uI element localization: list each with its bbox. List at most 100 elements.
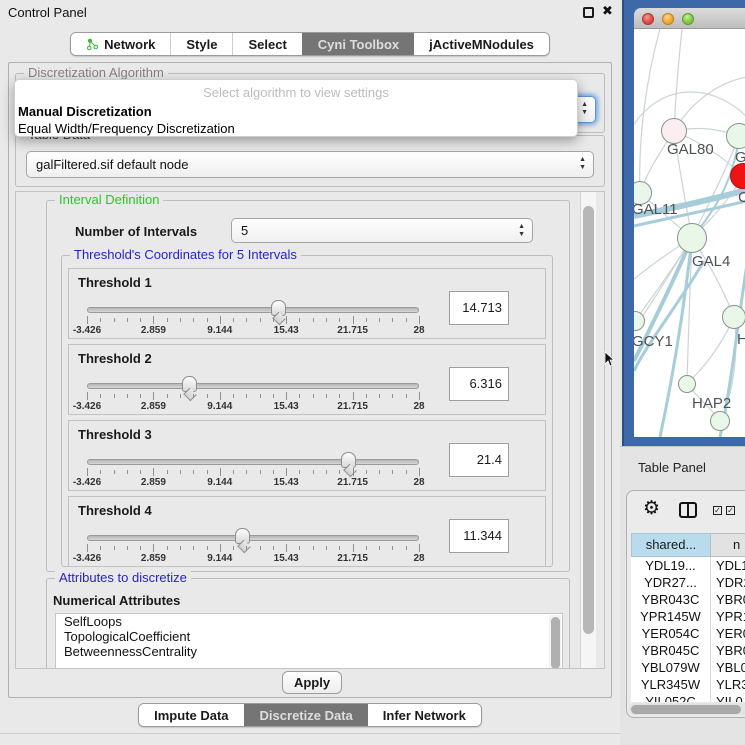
table-row[interactable]: YBL079WYBL0: [631, 659, 745, 676]
slider-thumb[interactable]: [182, 376, 197, 392]
slider-track[interactable]: [87, 307, 419, 313]
threshold-4-label: Threshold 4: [78, 503, 152, 518]
settings-gear-icon[interactable]: ⚙: [643, 497, 660, 520]
split-columns-icon[interactable]: [679, 502, 697, 518]
table-row[interactable]: YBR043CYBR0: [631, 591, 745, 608]
zoom-window-button[interactable]: [682, 13, 694, 25]
table-cell[interactable]: YBL0: [711, 659, 745, 676]
float-window-icon[interactable]: [583, 7, 594, 18]
table-cell[interactable]: YBR0: [711, 591, 745, 608]
settings-vertical-scrollbar[interactable]: [580, 192, 596, 668]
node-table: shared... n YDL19...YDL1YDR27...YDR2YBR0…: [631, 533, 745, 702]
popup-option-equal-width-frequency[interactable]: Equal Width/Frequency Discretization: [15, 120, 577, 137]
network-node[interactable]: [710, 411, 730, 431]
scrollbar-thumb[interactable]: [631, 705, 741, 714]
threshold-3-value-field[interactable]: 21.4: [449, 443, 509, 477]
popup-option-manual-discretization[interactable]: Manual Discretization: [15, 103, 577, 120]
table-cell[interactable]: YLR3: [711, 676, 745, 693]
tab-infer-network[interactable]: Infer Network: [368, 704, 481, 726]
slider-ticks: [87, 468, 419, 476]
table-cell[interactable]: YER0: [711, 625, 745, 642]
table-cell[interactable]: YPR1: [711, 608, 745, 625]
column-header-shared-name[interactable]: shared...: [631, 533, 711, 557]
table-row[interactable]: YDR27...YDR2: [631, 574, 745, 591]
table-row[interactable]: YPR145WYPR1: [631, 608, 745, 625]
table-cell[interactable]: YIL0: [711, 693, 745, 702]
tab-style[interactable]: Style: [170, 33, 232, 55]
minimize-window-button[interactable]: [662, 13, 674, 25]
panel-title: Control Panel: [8, 5, 87, 20]
thresholds-group: Threshold's Coordinates for 5 Intervals …: [61, 255, 553, 567]
table-panel: ⚙ ✓ ✓ shared... n YDL19...YDL1YDR27...YD…: [626, 490, 745, 718]
threshold-1-box: Threshold 1 -3.4262.8599.14415.4321.7152…: [68, 268, 546, 339]
threshold-3-label: Threshold 3: [78, 427, 152, 442]
attribute-list-item[interactable]: TopologicalCoefficient: [56, 629, 562, 644]
network-window-titlebar: [634, 8, 745, 29]
slider-tick-labels: -3.4262.8599.14415.4321.71528: [87, 553, 419, 565]
number-of-intervals-combobox[interactable]: 5 ▲▼: [231, 218, 533, 243]
threshold-2-slider[interactable]: -3.4262.8599.14415.4321.71528: [87, 375, 419, 411]
slider-thumb[interactable]: [235, 528, 250, 544]
threshold-1-value-field[interactable]: 14.713: [449, 291, 509, 325]
network-node-label: GAL80: [667, 141, 714, 158]
group-title-attributes: Attributes to discretize: [55, 571, 191, 585]
table-cell[interactable]: YDR27...: [631, 574, 711, 591]
combo-spinner-icon: ▲▼: [579, 156, 586, 172]
interval-definition-group: Interval Definition Number of Intervals …: [46, 200, 570, 572]
tab-impute-data[interactable]: Impute Data: [139, 704, 243, 726]
combo-spinner-icon: ▲▼: [518, 223, 525, 239]
scrollbar-thumb[interactable]: [583, 206, 594, 634]
algorithm-dropdown-popup: Select algorithm to view settings Manual…: [14, 79, 578, 137]
column-checkbox-icon[interactable]: ✓: [726, 506, 735, 515]
table-cell[interactable]: YBR043C: [631, 591, 711, 608]
numerical-attributes-list[interactable]: SelfLoopsTopologicalCoefficientBetweenne…: [55, 613, 563, 669]
slider-track[interactable]: [87, 459, 419, 465]
table-cell[interactable]: YDL19...: [631, 557, 711, 574]
threshold-4-slider[interactable]: -3.4262.8599.14415.4321.71528: [87, 527, 419, 563]
tab-discretize-data[interactable]: Discretize Data: [244, 704, 368, 726]
apply-button[interactable]: Apply: [282, 671, 342, 694]
tab-select[interactable]: Select: [232, 33, 301, 55]
table-cell[interactable]: YER054C: [631, 625, 711, 642]
network-node-hap2[interactable]: [678, 375, 696, 393]
table-row[interactable]: YER054CYER0: [631, 625, 745, 642]
threshold-2-value-field[interactable]: 6.316: [449, 367, 509, 401]
threshold-4-value-field[interactable]: 11.344: [449, 519, 509, 553]
threshold-3-slider[interactable]: -3.4262.8599.14415.4321.71528: [87, 451, 419, 487]
table-cell[interactable]: YPR145W: [631, 608, 711, 625]
table-cell[interactable]: YDL1: [711, 557, 745, 574]
network-node-h[interactable]: [722, 305, 745, 329]
tab-cyni-toolbox[interactable]: Cyni Toolbox: [302, 33, 414, 55]
slider-track[interactable]: [87, 383, 419, 389]
slider-thumb[interactable]: [271, 300, 286, 316]
network-canvas[interactable]: GAL80GACGAL11GAL4GCY1HHAP2: [634, 29, 745, 437]
table-cell[interactable]: YDR2: [711, 574, 745, 591]
network-node-gal4[interactable]: [677, 223, 707, 253]
table-row[interactable]: YBR045CYBR0: [631, 642, 745, 659]
table-cell[interactable]: YLR345W: [631, 676, 711, 693]
table-row[interactable]: YLR345WYLR3: [631, 676, 745, 693]
slider-thumb[interactable]: [341, 452, 356, 468]
table-cell[interactable]: YBL079W: [631, 659, 711, 676]
column-header-name[interactable]: n: [711, 533, 745, 557]
table-row[interactable]: YIL052CYIL0: [631, 693, 745, 702]
network-node-label: GAL4: [692, 253, 730, 270]
column-checkbox-icon[interactable]: ✓: [713, 506, 722, 515]
network-node-ga[interactable]: [726, 123, 745, 149]
close-icon[interactable]: ✖: [602, 3, 613, 19]
attribute-list-item[interactable]: BetweennessCentrality: [56, 644, 562, 659]
attribute-list-item[interactable]: SelfLoops: [56, 614, 562, 629]
close-window-button[interactable]: [642, 13, 654, 25]
tab-network[interactable]: Network: [71, 33, 170, 55]
table-cell[interactable]: YIL052C: [631, 693, 711, 702]
table-cell[interactable]: YBR045C: [631, 642, 711, 659]
attributes-list-scrollbar[interactable]: [549, 615, 561, 669]
tab-jactivemnodules[interactable]: jActiveMNodules: [414, 33, 549, 55]
attributes-group: Attributes to discretize Numerical Attri…: [46, 578, 570, 669]
table-row[interactable]: YDL19...YDL1: [631, 557, 745, 574]
slider-track[interactable]: [87, 535, 419, 541]
table-cell[interactable]: YBR0: [711, 642, 745, 659]
threshold-1-slider[interactable]: -3.4262.8599.14415.4321.71528: [87, 299, 419, 335]
table-horizontal-scrollbar[interactable]: [629, 703, 745, 715]
table-data-combobox[interactable]: galFiltered.sif default node ▲▼: [26, 151, 594, 178]
